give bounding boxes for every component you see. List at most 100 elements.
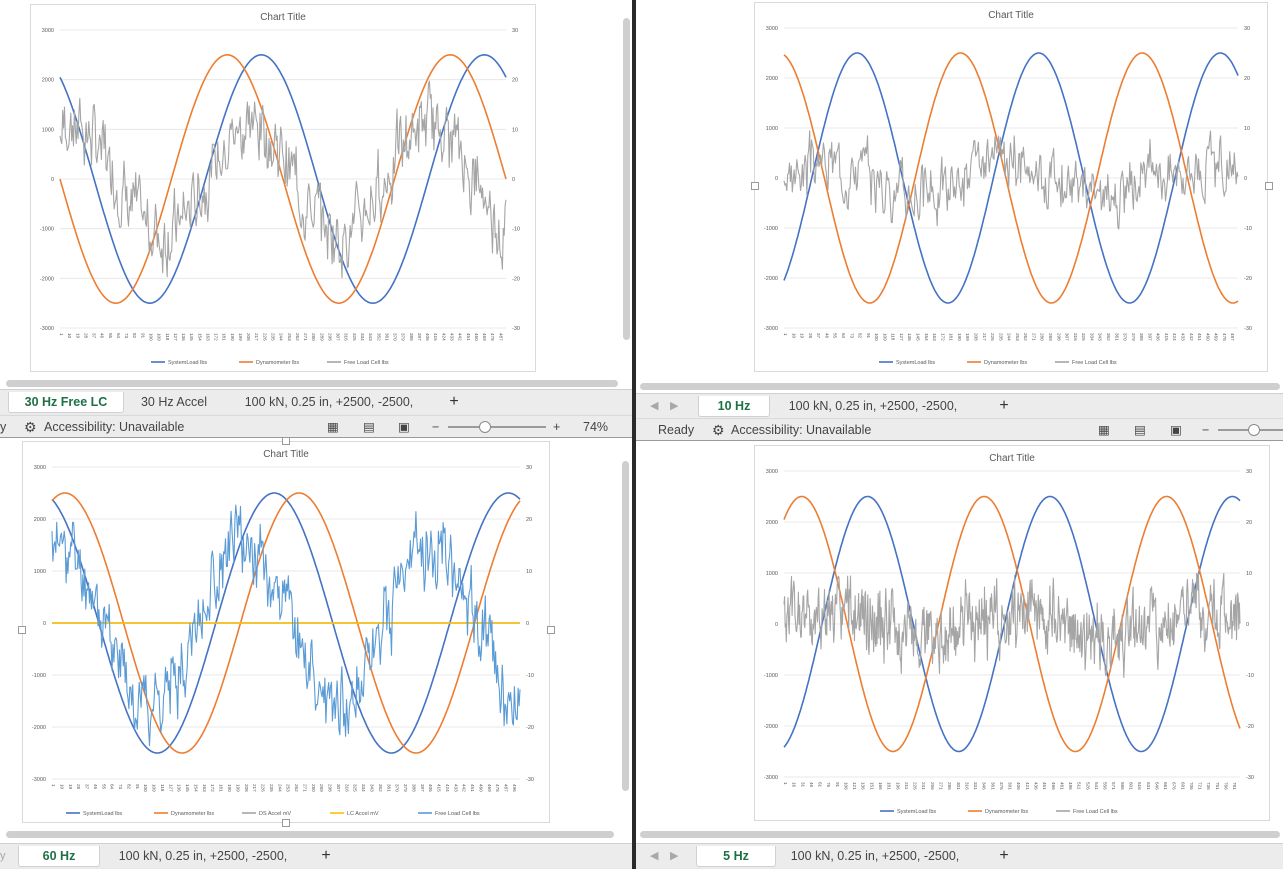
zoom-out-button[interactable]: − <box>432 419 439 435</box>
y-left-tick-label: 3000 <box>766 469 778 475</box>
x-tick-label: 376 <box>999 782 1004 790</box>
x-tick-label: 181 <box>222 333 227 341</box>
x-tick-label: 163 <box>202 784 207 792</box>
horizontal-scrollbar[interactable] <box>6 380 618 387</box>
normal-view-icon[interactable]: ▦ <box>327 419 339 435</box>
x-tick-label: 406 <box>1156 333 1161 341</box>
window-divider <box>636 440 1283 441</box>
prev-sheet-icon[interactable]: ◀ <box>650 396 658 416</box>
x-tick-label: 145 <box>185 784 190 792</box>
x-tick-label: 511 <box>1077 782 1082 790</box>
x-tick-label: 361 <box>1114 333 1119 341</box>
tab-100kn[interactable]: 100 kN, 0.25 in, +2500, -2500, <box>782 846 968 866</box>
accessibility-status[interactable]: Accessibility: Unavailable <box>731 422 871 438</box>
x-tick-label: 478 <box>490 333 495 341</box>
y-left-tick-label: 0 <box>775 622 778 628</box>
x-tick-label: 1 <box>59 333 64 336</box>
chart-resize-handle[interactable] <box>1265 182 1273 190</box>
tab-100kn[interactable]: 100 kN, 0.25 in, +2500, -2500, <box>236 392 422 412</box>
y-right-tick-label: 0 <box>526 621 529 627</box>
vertical-scrollbar[interactable] <box>623 18 630 340</box>
y-left-tick-label: 3000 <box>34 465 46 471</box>
page-break-icon[interactable]: ▣ <box>1170 422 1182 438</box>
chart-resize-handle[interactable] <box>282 819 290 827</box>
accessibility-icon[interactable]: ⚙ <box>24 419 37 435</box>
x-tick-label: 55 <box>833 333 838 339</box>
x-tick-label: 127 <box>173 333 178 341</box>
tab-100kn[interactable]: 100 kN, 0.25 in, +2500, -2500, <box>110 846 296 866</box>
chart-title: Chart Title <box>263 449 309 460</box>
next-sheet-icon[interactable]: ▶ <box>670 396 678 416</box>
y-right-tick-label: -10 <box>1244 226 1252 232</box>
tab-60hz[interactable]: 60 Hz <box>18 846 100 867</box>
x-tick-label: 334 <box>361 784 366 792</box>
x-tick-label: 460 <box>474 333 479 341</box>
chart-resize-handle[interactable] <box>18 626 26 634</box>
legend-label: LC Accel mV <box>347 811 379 817</box>
y-right-tick-label: 30 <box>1244 26 1250 32</box>
x-tick-label: 109 <box>882 333 887 341</box>
zoom-level[interactable]: 74% <box>583 419 608 435</box>
x-tick-label: 286 <box>947 782 952 790</box>
tab-30hz-accel[interactable]: 30 Hz Accel <box>128 392 220 412</box>
x-tick-label: 37 <box>816 333 821 339</box>
x-tick-label: 190 <box>227 784 232 792</box>
zoom-in-button[interactable]: + <box>553 419 560 435</box>
x-tick-label: 61 <box>818 782 823 788</box>
x-tick-label: 361 <box>386 784 391 792</box>
x-tick-label: 289 <box>319 784 324 792</box>
tab-100kn[interactable]: 100 kN, 0.25 in, +2500, -2500, <box>780 396 966 416</box>
page-layout-icon[interactable]: ▤ <box>363 419 375 435</box>
x-tick-label: 244 <box>277 784 282 792</box>
window-10hz: Chart Title 3000 2000 1000 0 -1000 -2000 -3000 3… <box>636 0 1283 418</box>
x-tick-label: 208 <box>246 333 251 341</box>
x-tick-label: 154 <box>924 333 929 341</box>
x-tick-label: 646 <box>1154 782 1159 790</box>
page-break-icon[interactable]: ▣ <box>398 419 410 435</box>
next-sheet-icon[interactable]: ▶ <box>670 846 678 866</box>
zoom-slider-track[interactable] <box>448 426 546 428</box>
x-tick-label: 262 <box>295 333 300 341</box>
tab-5hz[interactable]: 5 Hz <box>696 846 776 867</box>
zoom-out-button[interactable]: − <box>1202 422 1209 438</box>
chart-resize-handle[interactable] <box>751 182 759 190</box>
prev-sheet-icon[interactable]: ◀ <box>650 846 658 866</box>
add-sheet-button[interactable]: + <box>312 846 340 866</box>
y-left-tick-label: 1000 <box>42 127 54 133</box>
x-tick-label: 388 <box>1139 333 1144 341</box>
add-sheet-button[interactable]: + <box>990 396 1018 416</box>
accessibility-icon[interactable]: ⚙ <box>712 422 725 438</box>
x-tick-label: 361 <box>990 782 995 790</box>
zoom-slider-knob[interactable] <box>479 421 491 433</box>
normal-view-icon[interactable]: ▦ <box>1098 422 1110 438</box>
chart-resize-handle[interactable] <box>282 437 290 445</box>
chart-resize-handle[interactable] <box>547 626 555 634</box>
y-left-tick-label: 1000 <box>34 569 46 575</box>
page-layout-icon[interactable]: ▤ <box>1134 422 1146 438</box>
x-tick-label: 481 <box>1059 782 1064 790</box>
vertical-scrollbar[interactable] <box>622 461 629 791</box>
x-tick-label: 145 <box>189 333 194 341</box>
x-tick-label: 1 <box>783 333 788 336</box>
legend-label: Dynamometer lbs <box>256 360 299 366</box>
horizontal-scrollbar[interactable] <box>640 831 1280 838</box>
y-right-tick-label: 30 <box>512 28 518 34</box>
tab-10hz[interactable]: 10 Hz <box>698 396 770 417</box>
horizontal-scrollbar[interactable] <box>640 383 1280 390</box>
x-tick-label: 118 <box>165 333 170 341</box>
y-right-tick-label: -30 <box>1246 775 1254 781</box>
x-tick-label: 280 <box>1040 333 1045 341</box>
horizontal-scrollbar[interactable] <box>6 831 614 838</box>
accessibility-status[interactable]: Accessibility: Unavailable <box>44 419 184 435</box>
add-sheet-button[interactable]: + <box>440 392 468 412</box>
x-tick-label: 331 <box>973 782 978 790</box>
x-tick-label: 46 <box>93 784 98 790</box>
tab-30hz-free-lc[interactable]: 30 Hz Free LC <box>8 392 124 413</box>
x-tick-label: 379 <box>403 784 408 792</box>
zoom-slider-knob[interactable] <box>1248 424 1260 436</box>
y-left-tick-label: 2000 <box>766 520 778 526</box>
add-sheet-button[interactable]: + <box>990 846 1018 866</box>
chart-60hz-svg: Chart Title3000200010000-1000-2000-30003… <box>22 441 550 823</box>
chart-frame <box>754 2 1268 372</box>
x-tick-label: 406 <box>425 333 430 341</box>
